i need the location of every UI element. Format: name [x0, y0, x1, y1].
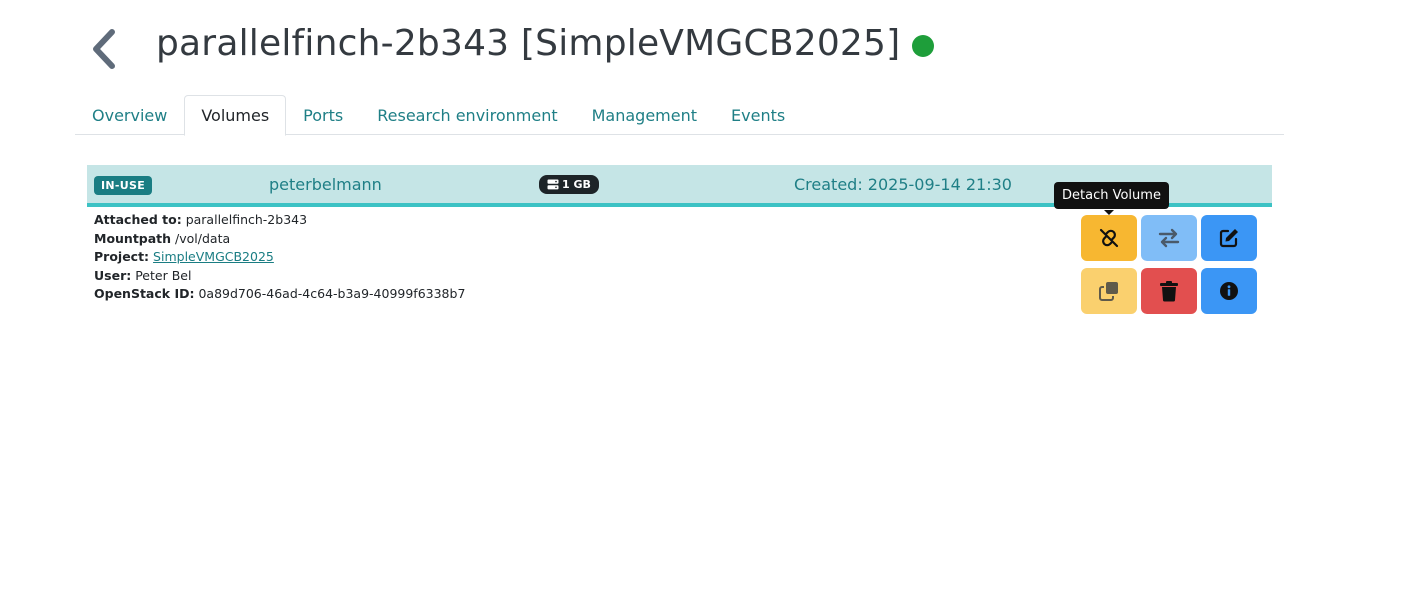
- storage-icon: [547, 179, 559, 190]
- volume-page: parallelfinch-2b343 [SimpleVMGCB2025] Ov…: [0, 0, 1415, 609]
- tab-volumes[interactable]: Volumes: [184, 95, 287, 136]
- arrows-exchange-icon: [1158, 228, 1180, 248]
- openstack-id-label: OpenStack ID:: [94, 286, 195, 302]
- detail-mountpath: Mountpath /vol/data: [94, 230, 465, 249]
- openstack-id-value: 0a89d706-46ad-4c64-b3a9-40999f6338b7: [198, 286, 466, 302]
- attached-value: parallelfinch-2b343: [185, 212, 308, 227]
- attached-label: Attached to:: [94, 212, 182, 227]
- back-button[interactable]: [88, 28, 122, 70]
- tab-ports[interactable]: Ports: [286, 95, 360, 135]
- tab-research-environment[interactable]: Research environment: [360, 95, 574, 135]
- volume-card: IN-USE peterbelmann 1 GB Created: 2025-0…: [87, 165, 1272, 325]
- detail-attached: Attached to: parallelfinch-2b343: [94, 211, 465, 230]
- tab-management[interactable]: Management: [575, 95, 714, 135]
- copy-icon: [1099, 282, 1118, 301]
- user-value: Peter Bel: [135, 267, 192, 283]
- volume-details: Attached to: parallelfinch-2b343 Mountpa…: [94, 211, 465, 304]
- project-label: Project:: [94, 249, 150, 265]
- tab-bar: Overview Volumes Ports Research environm…: [75, 95, 1284, 136]
- detail-openstack-id: OpenStack ID: 0a89d706-46ad-4c64-b3a9-40…: [94, 285, 465, 304]
- detach-volume-button[interactable]: [1081, 215, 1137, 261]
- info-icon: [1220, 282, 1238, 300]
- detach-tooltip: Detach Volume: [1054, 182, 1169, 209]
- edit-icon: [1219, 229, 1238, 248]
- unlink-icon: [1099, 228, 1119, 248]
- copy-volume-button[interactable]: [1081, 268, 1137, 314]
- trash-icon: [1160, 281, 1178, 302]
- project-link[interactable]: SimpleVMGCB2025: [153, 249, 274, 264]
- chevron-left-icon: [93, 29, 115, 69]
- size-badge: 1 GB: [539, 175, 599, 194]
- mountpath-label: Mountpath: [94, 230, 172, 246]
- detail-user: User: Peter Bel: [94, 267, 465, 286]
- status-badge: IN-USE: [94, 176, 153, 195]
- detail-project: Project: SimpleVMGCB2025: [94, 248, 465, 267]
- volume-owner: peterbelmann: [269, 175, 382, 194]
- status-indicator: [912, 34, 935, 57]
- page-title: parallelfinch-2b343 [SimpleVMGCB2025]: [156, 23, 935, 64]
- user-label: User:: [94, 267, 132, 283]
- mountpath-value: /vol/data: [175, 230, 231, 246]
- info-volume-button[interactable]: [1201, 268, 1257, 314]
- created-date: Created: 2025-09-14 21:30: [794, 175, 1012, 194]
- size-label: 1 GB: [562, 178, 591, 191]
- edit-volume-button[interactable]: [1201, 215, 1257, 261]
- tab-overview[interactable]: Overview: [75, 95, 184, 135]
- tab-events[interactable]: Events: [714, 95, 802, 135]
- page-title-text: parallelfinch-2b343 [SimpleVMGCB2025]: [156, 23, 901, 64]
- delete-volume-button[interactable]: [1141, 268, 1197, 314]
- transfer-volume-button[interactable]: [1141, 215, 1197, 261]
